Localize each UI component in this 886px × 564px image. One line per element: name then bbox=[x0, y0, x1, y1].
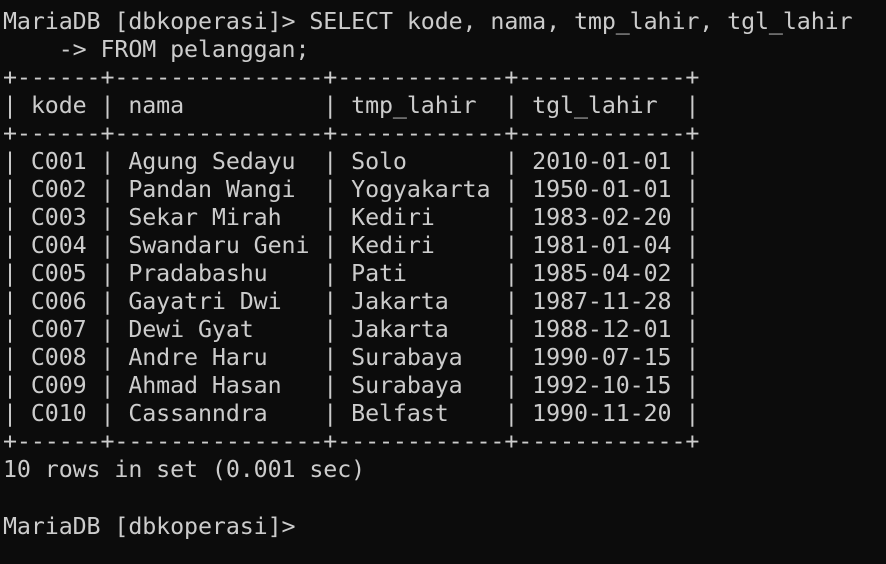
sql-command-line: MariaDB [dbkoperasi]> SELECT kode, nama,… bbox=[3, 8, 853, 35]
table-row: | C001 | Agung Sedayu | Solo | 2010-01-0… bbox=[3, 148, 700, 175]
table-row: | C009 | Ahmad Hasan | Surabaya | 1992-1… bbox=[3, 372, 700, 399]
sql-command-continuation: -> FROM pelanggan; bbox=[3, 36, 310, 63]
command-prompt-line[interactable]: MariaDB [dbkoperasi]> bbox=[3, 512, 883, 540]
result-summary: 10 rows in set (0.001 sec) bbox=[3, 456, 366, 483]
table-row: | C003 | Sekar Mirah | Kediri | 1983-02-… bbox=[3, 204, 700, 231]
table-row: | C007 | Dewi Gyat | Jakarta | 1988-12-0… bbox=[3, 316, 700, 343]
table-row: | C010 | Cassanndra | Belfast | 1990-11-… bbox=[3, 400, 700, 427]
table-border-header: +------+---------------+------------+---… bbox=[3, 120, 700, 147]
table-row: | C008 | Andre Haru | Surabaya | 1990-07… bbox=[3, 344, 700, 371]
mariadb-prompt: MariaDB [dbkoperasi]> bbox=[3, 513, 296, 540]
terminal-output[interactable]: MariaDB [dbkoperasi]> SELECT kode, nama,… bbox=[3, 8, 883, 558]
table-row: | C005 | Pradabashu | Pati | 1985-04-02 … bbox=[3, 260, 700, 287]
table-border-bottom: +------+---------------+------------+---… bbox=[3, 428, 700, 455]
table-row: | C004 | Swandaru Geni | Kediri | 1981-0… bbox=[3, 232, 700, 259]
table-header: | kode | nama | tmp_lahir | tgl_lahir | bbox=[3, 92, 700, 119]
table-row: | C006 | Gayatri Dwi | Jakarta | 1987-11… bbox=[3, 288, 700, 315]
table-border-top: +------+---------------+------------+---… bbox=[3, 64, 700, 91]
table-row: | C002 | Pandan Wangi | Yogyakarta | 195… bbox=[3, 176, 700, 203]
